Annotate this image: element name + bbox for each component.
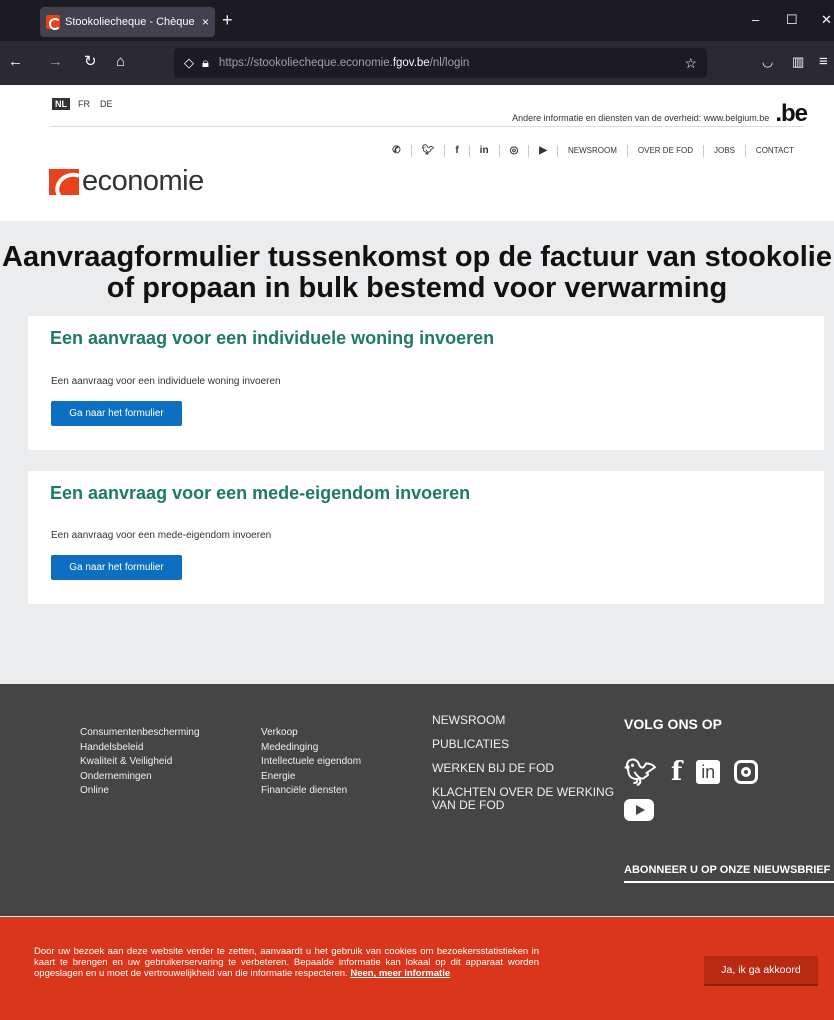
footer-link[interactable]: Consumentenbescherming <box>80 726 200 741</box>
linkedin-icon[interactable]: in <box>468 145 499 157</box>
footer-col-2: Verkoop Mededinging Intellectuele eigend… <box>261 726 361 799</box>
footer-publicaties-link[interactable]: PUBLICATIES <box>432 738 617 751</box>
home-icon[interactable]: ⌂ <box>116 54 125 70</box>
footer-link[interactable]: Kwaliteit & Veiligheid <box>80 755 200 770</box>
lock-icon[interactable]: 🔒︎ <box>202 55 209 71</box>
page-title: Aanvraagformulier tussenkomst op de fact… <box>2 241 832 304</box>
footer-link[interactable]: Mededinging <box>261 741 361 756</box>
tab-close-icon[interactable]: × <box>202 15 209 29</box>
footer-col-1: Consumentenbescherming Handelsbeleid Kwa… <box>80 726 200 799</box>
language-switcher: NL FR DE <box>52 98 115 110</box>
bookmark-star-icon[interactable]: ☆ <box>684 55 697 72</box>
belgium-text[interactable]: Andere informatie en diensten van de ove… <box>512 113 769 123</box>
maximize-button[interactable]: ☐ <box>786 12 798 28</box>
lang-de[interactable]: DE <box>98 98 115 110</box>
forward-icon[interactable]: → <box>48 54 63 70</box>
footer-link[interactable]: Ondernemingen <box>80 770 200 785</box>
footer-link[interactable]: Intellectuele eigendom <box>261 755 361 770</box>
card-text: Een aanvraag voor een individuele woning… <box>51 376 281 387</box>
page: NL FR DE Andere informatie en diensten v… <box>0 85 834 1020</box>
top-navigation: ✆ 🐦︎ f in ◎ ▶ NEWSROOM OVER DE FOD JOBS … <box>382 145 804 157</box>
browser-tab[interactable]: Stookoliecheque - Chèque Mazout × <box>40 7 215 37</box>
youtube-icon[interactable]: ▶ <box>528 145 557 157</box>
logo-text: economie <box>82 165 204 197</box>
footer-link[interactable]: Online <box>80 784 200 799</box>
site-header: NL FR DE Andere informatie en diensten v… <box>0 85 834 221</box>
social-links: 🐦︎ f in <box>624 758 794 821</box>
tab-title: Stookoliecheque - Chèque Mazout <box>65 16 198 28</box>
new-tab-button[interactable]: + <box>222 11 233 29</box>
reload-icon[interactable]: ↻ <box>84 54 97 70</box>
reader-icon[interactable]: ▥ <box>792 54 804 70</box>
twitter-icon[interactable]: 🐦︎ <box>410 145 445 157</box>
phone-icon[interactable]: ✆ <box>382 145 410 157</box>
economie-logo-icon <box>49 168 79 195</box>
footer-link[interactable]: Handelsbeleid <box>80 741 200 756</box>
cookie-banner: Door uw bezoek aan deze website verder t… <box>0 917 834 1020</box>
newsletter-link[interactable]: ABONNEER U OP ONZE NIEUWSBRIEF <box>624 864 834 883</box>
browser-tabbar: Stookoliecheque - Chèque Mazout × + – ☐ … <box>0 0 834 41</box>
twitter-icon[interactable]: 🐦︎ <box>624 758 657 786</box>
footer-link[interactable]: Financiële diensten <box>261 784 361 799</box>
footer-klachten-link[interactable]: KLACHTEN OVER DE WERKING VAN DE FOD <box>432 786 617 812</box>
facebook-icon[interactable]: f <box>444 145 468 157</box>
economie-logo[interactable]: economie <box>49 165 204 198</box>
cookie-more-info-link[interactable]: Neen, meer informatie <box>350 968 450 979</box>
topnav-jobs[interactable]: JOBS <box>703 145 745 157</box>
footer-link[interactable]: Energie <box>261 770 361 785</box>
footer-col-3: NEWSROOM PUBLICATIES WERKEN BIJ DE FOD K… <box>432 714 617 823</box>
card-heading: Een aanvraag voor een individuele woning… <box>50 328 495 348</box>
youtube-icon[interactable] <box>624 799 654 821</box>
back-icon[interactable]: ← <box>8 54 23 70</box>
pocket-icon[interactable]: ◡ <box>762 54 773 70</box>
form-button-individual[interactable]: Ga naar het formulier <box>51 401 182 426</box>
card-text: Een aanvraag voor een mede-eigendom invo… <box>51 530 272 541</box>
url-bar[interactable]: ◇ 🔒︎ https://stookoliecheque.economie.fg… <box>174 48 707 78</box>
facebook-icon[interactable]: f <box>671 758 682 786</box>
topnav-newsroom[interactable]: NEWSROOM <box>557 145 627 157</box>
form-button-co-ownership[interactable]: Ga naar het formulier <box>51 555 182 580</box>
instagram-icon[interactable] <box>734 760 759 784</box>
footer-link[interactable]: Verkoop <box>261 726 361 741</box>
header-divider <box>50 126 804 127</box>
minimize-button[interactable]: – <box>752 12 759 27</box>
topnav-over-de-fod[interactable]: OVER DE FOD <box>626 145 703 157</box>
lang-nl[interactable]: NL <box>52 98 70 110</box>
card-co-ownership: Een aanvraag voor een mede-eigendom invo… <box>28 471 824 604</box>
linkedin-icon[interactable]: in <box>696 760 721 784</box>
belgium-logo[interactable]: .be <box>775 100 808 128</box>
url-text[interactable]: https://stookoliecheque.economie.fgov.be… <box>219 57 469 69</box>
cookie-text: Door uw bezoek aan deze website verder t… <box>34 946 539 979</box>
footer-newsroom-link[interactable]: NEWSROOM <box>432 714 617 727</box>
menu-icon[interactable]: ≡ <box>819 54 828 70</box>
card-heading: Een aanvraag voor een mede-eigendom invo… <box>50 483 471 503</box>
footer-werken-link[interactable]: WERKEN BIJ DE FOD <box>432 762 617 775</box>
close-window-button[interactable]: ✕ <box>821 12 832 28</box>
card-individual: Een aanvraag voor een individuele woning… <box>28 316 824 450</box>
instagram-icon[interactable]: ◎ <box>498 145 529 157</box>
cookie-accept-button[interactable]: Ja, ik ga akkoord <box>704 956 818 986</box>
follow-us-title: VOLG ONS OP <box>624 716 723 732</box>
site-footer: Consumentenbescherming Handelsbeleid Kwa… <box>0 684 834 916</box>
topnav-contact[interactable]: CONTACT <box>744 145 804 157</box>
shield-icon[interactable]: ◇ <box>184 55 194 71</box>
lang-fr[interactable]: FR <box>76 98 92 110</box>
favicon-icon <box>46 15 61 30</box>
belgium-link[interactable]: Andere informatie en diensten van de ove… <box>512 100 808 128</box>
